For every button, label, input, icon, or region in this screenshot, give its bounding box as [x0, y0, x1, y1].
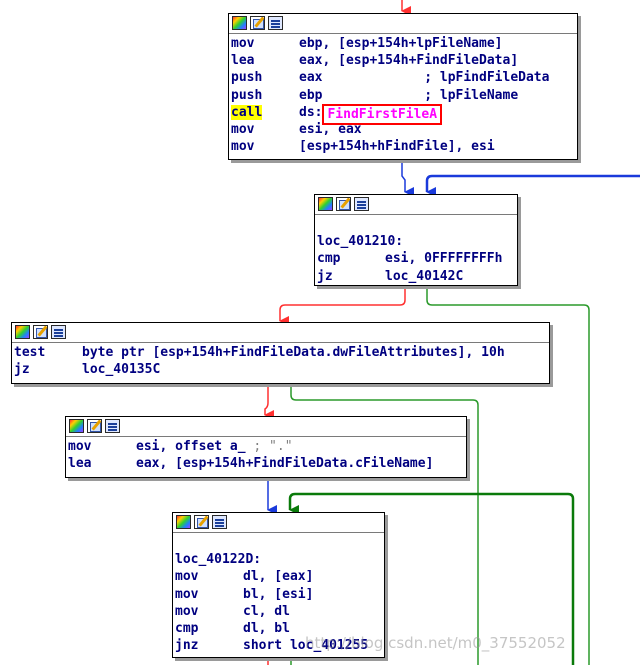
instruction-line[interactable]: jz loc_40142C — [317, 268, 517, 285]
operand: loc_40142C — [385, 268, 464, 284]
edge-node2-node3 — [279, 287, 406, 326]
edit-node-icon[interactable] — [33, 325, 48, 339]
color-palette-icon[interactable] — [15, 325, 30, 339]
edge-loop-back-node2 — [425, 174, 640, 197]
mnemonic: mov — [68, 439, 92, 454]
node-header — [12, 323, 549, 343]
mnemonic: cmp — [317, 251, 341, 267]
mnemonic: test — [14, 345, 46, 360]
edge-node1-node2 — [401, 160, 414, 197]
operand: ebp, [esp+154h+lpFileName] — [299, 36, 503, 51]
operand: eax, [esp+154h+FindFileData] — [299, 53, 519, 69]
instruction-line[interactable]: lea eax, [esp+154h+FindFileData] — [231, 52, 577, 69]
color-palette-icon[interactable] — [69, 419, 84, 433]
node-header — [229, 14, 577, 34]
color-palette-icon[interactable] — [176, 515, 191, 529]
mnemonic: push — [231, 70, 263, 86]
edge-node3-node4 — [264, 384, 274, 420]
instruction-line[interactable]: mov ebp, [esp+154h+lpFileName] — [231, 35, 577, 52]
operand: eax ; lpFindFileData — [299, 70, 550, 86]
instruction-line[interactable]: lea eax, [esp+154h+FindFileData.cFileName… — [68, 455, 466, 472]
mnemonic: jz — [317, 268, 333, 284]
graph-overview-icon[interactable] — [354, 197, 369, 211]
node-header — [315, 195, 517, 215]
instruction-line[interactable]: push eax ; lpFindFileData — [231, 69, 577, 86]
instruction-line[interactable]: jz loc_40135C — [14, 361, 549, 378]
color-palette-icon[interactable] — [318, 197, 333, 211]
instruction-line[interactable]: mov esi, offset a_ ; "." — [68, 438, 466, 455]
watermark-text: http://blog.csdn.net/m0_37552052 — [305, 634, 566, 652]
mnemonic: mov — [231, 121, 255, 137]
mnemonic: push — [231, 87, 263, 103]
instruction-line[interactable]: mov [esp+154h+hFindFile], esi — [231, 138, 577, 155]
graph-overview-icon[interactable] — [51, 325, 66, 339]
mnemonic-call: call — [231, 104, 263, 120]
mnemonic: mov — [175, 569, 199, 585]
operand: esi, eax — [299, 121, 362, 137]
node-header — [66, 417, 466, 437]
operand: eax, [esp+154h+FindFileData.cFileName] — [136, 456, 434, 472]
mnemonic: jnz — [175, 638, 199, 654]
instruction-line[interactable]: test byte ptr [esp+154h+FindFileData.dwFi… — [14, 344, 549, 361]
operand: bl, [esi] — [243, 586, 314, 602]
mnemonic: mov — [175, 603, 199, 619]
operand: esi, 0FFFFFFFFh — [385, 251, 503, 267]
code-block-node1[interactable]: mov ebp, [esp+154h+lpFileName] lea eax, [e… — [228, 13, 578, 160]
instruction-line[interactable]: cmp esi, 0FFFFFFFFh — [317, 250, 517, 267]
operand: ebp ; lpFileName — [299, 87, 519, 103]
edit-node-icon[interactable] — [336, 197, 351, 211]
instruction-line[interactable]: mov cl, dl — [175, 603, 384, 620]
string-comment: ; "." — [245, 439, 293, 454]
color-palette-icon[interactable] — [232, 16, 247, 30]
mnemonic: mov — [175, 586, 199, 602]
operand: cl, dl — [243, 603, 290, 619]
operand: dl, bl — [243, 620, 290, 636]
instruction-line[interactable]: mov dl, [eax] — [175, 568, 384, 585]
edit-node-icon[interactable] — [250, 16, 265, 30]
graph-overview-icon[interactable] — [105, 419, 120, 433]
node-header — [173, 513, 384, 533]
instruction-line[interactable]: mov bl, [esi] — [175, 586, 384, 603]
code-block-node3[interactable]: test byte ptr [esp+154h+FindFileData.dwFi… — [11, 322, 550, 384]
instruction-line[interactable]: push ebp ; lpFileName — [231, 87, 577, 104]
edit-node-icon[interactable] — [194, 515, 209, 529]
mnemonic: jz — [14, 362, 30, 378]
graph-overview-icon[interactable] — [212, 515, 227, 529]
operand: dl, [eax] — [243, 569, 314, 585]
operand-prefix: ds: — [299, 104, 323, 120]
mnemonic: lea — [68, 456, 92, 472]
edit-node-icon[interactable] — [87, 419, 102, 433]
mnemonic: lea — [231, 53, 255, 69]
code-label[interactable]: loc_401210: — [317, 233, 517, 250]
mnemonic: mov — [231, 36, 255, 51]
graph-overview-icon[interactable] — [268, 16, 283, 30]
instruction-line-call[interactable]: call ds: FindFirstFileA — [231, 103, 577, 125]
code-block-node4[interactable]: mov esi, offset a_ ; "." lea eax, [esp+154… — [65, 416, 467, 478]
code-block-node2[interactable]: loc_401210: cmp esi, 0FFFFFFFFh jz loc_401… — [314, 194, 518, 286]
code-label[interactable]: loc_40122D: — [175, 551, 384, 568]
operand: loc_40135C — [82, 362, 161, 378]
mnemonic: mov — [231, 139, 255, 155]
operand: esi, offset a_ — [136, 439, 246, 454]
mnemonic: cmp — [175, 620, 199, 636]
operand: [esp+154h+hFindFile], esi — [299, 139, 495, 155]
operand: byte ptr [esp+154h+FindFileData.dwFileAt… — [82, 345, 505, 360]
